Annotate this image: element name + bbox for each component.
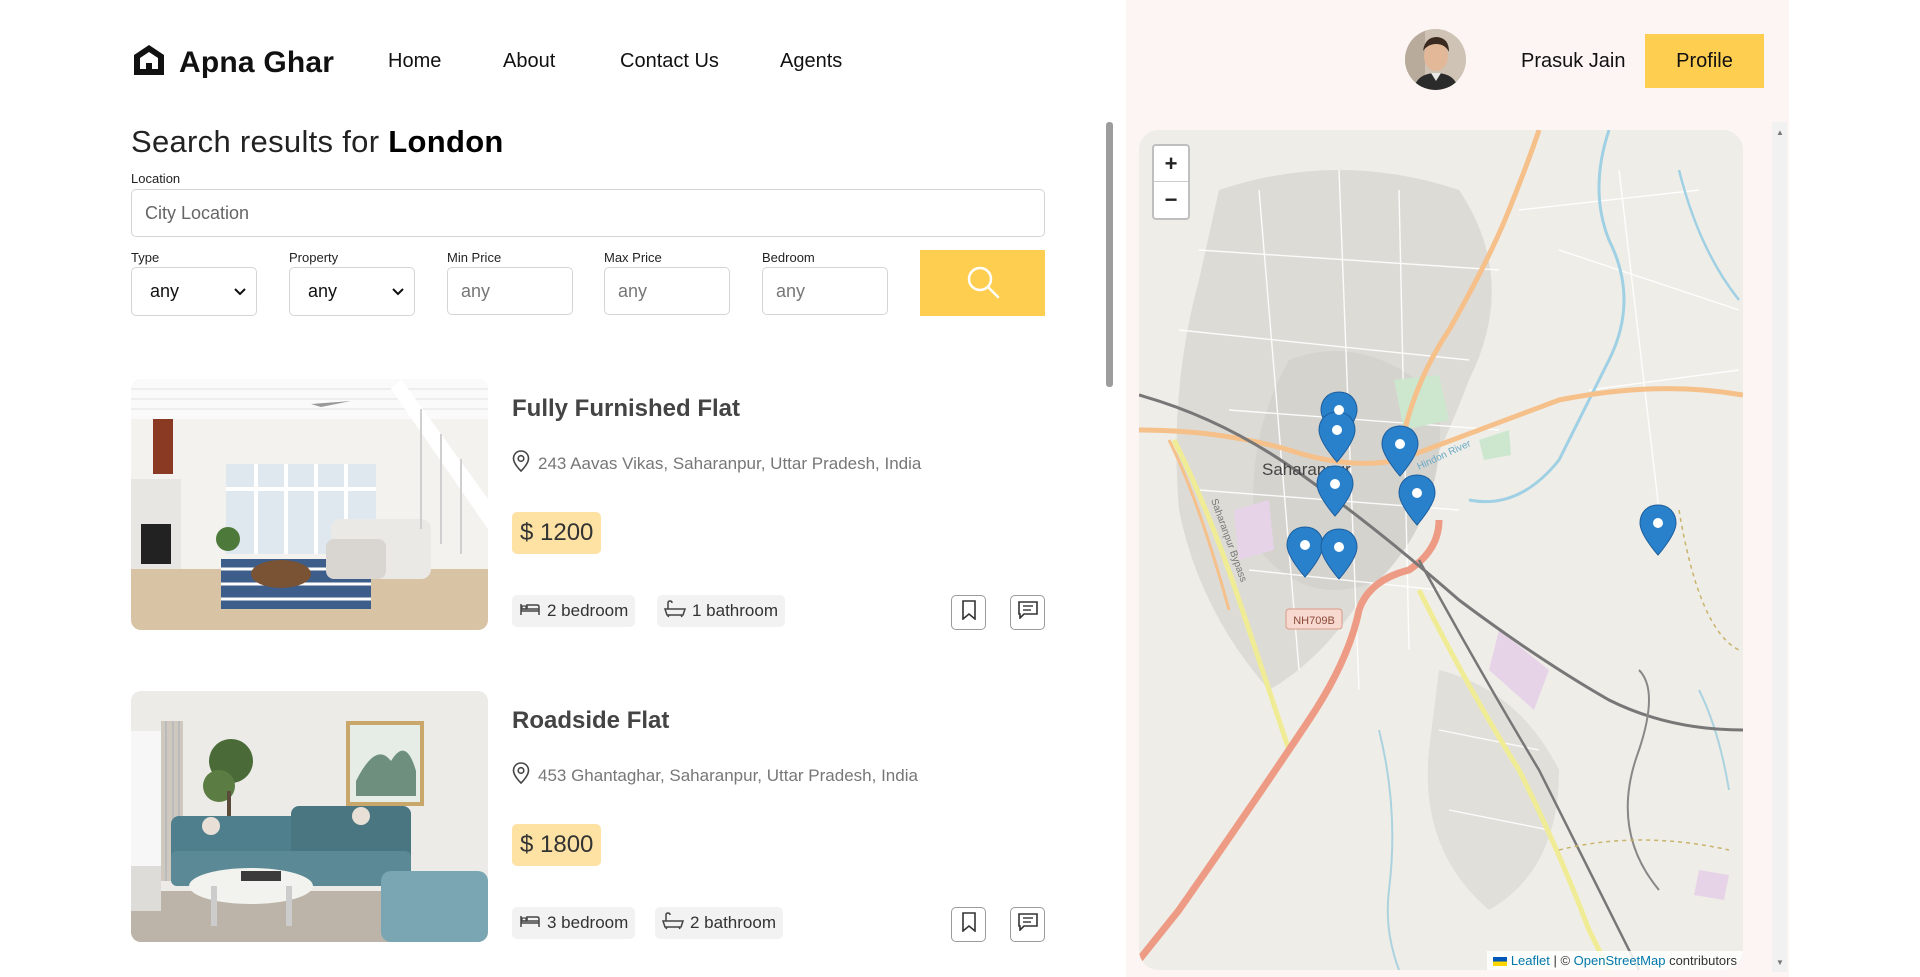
- listing-address-text: 243 Aavas Vikas, Saharanpur, Uttar Prade…: [538, 453, 922, 473]
- bed-icon: [519, 601, 541, 622]
- listing-price: $ 1200: [512, 512, 602, 554]
- max-price-label: Max Price: [604, 250, 662, 265]
- max-price-input[interactable]: [604, 267, 730, 315]
- bookmark-button[interactable]: [951, 595, 986, 630]
- listing-image[interactable]: [131, 691, 488, 942]
- location-label: Location: [131, 171, 181, 186]
- type-select[interactable]: any: [131, 267, 257, 316]
- location-pin-icon: [512, 450, 530, 477]
- zoom-control: + −: [1152, 144, 1190, 220]
- listing-address: 243 Aavas Vikas, Saharanpur, Uttar Prade…: [512, 450, 921, 477]
- search-button[interactable]: [920, 250, 1045, 316]
- profile-button[interactable]: Profile: [1645, 34, 1764, 88]
- scroll-down-arrow-icon[interactable]: ▼: [1776, 958, 1784, 967]
- listing-address-text: 453 Ghantaghar, Saharanpur, Uttar Prades…: [538, 765, 918, 785]
- nav-home[interactable]: Home: [388, 50, 441, 73]
- map-tiles: Saharanpur NH709B Saharanpur Bypass Hind…: [1139, 130, 1743, 970]
- right-scrollbar[interactable]: [1772, 122, 1787, 972]
- property-select-value: any: [308, 281, 338, 301]
- chat-icon: [1017, 601, 1038, 624]
- zoom-out-button[interactable]: −: [1154, 182, 1188, 218]
- zoom-in-button[interactable]: +: [1154, 146, 1188, 182]
- listing-image[interactable]: [131, 379, 488, 630]
- listing-address: 453 Ghantaghar, Saharanpur, Uttar Prades…: [512, 762, 918, 789]
- location-input[interactable]: [131, 189, 1045, 237]
- message-button[interactable]: [1010, 907, 1045, 942]
- ukraine-flag-icon: [1493, 957, 1508, 967]
- min-price-label: Min Price: [447, 250, 502, 265]
- house-logo-icon: [131, 42, 167, 83]
- scroll-up-arrow-icon[interactable]: ▲: [1776, 128, 1784, 137]
- location-pin-icon: [512, 762, 530, 789]
- avatar[interactable]: [1405, 29, 1466, 90]
- property-select[interactable]: any: [289, 267, 415, 316]
- map-attribution: Leaflet | © OpenStreetMap contributors: [1487, 951, 1743, 970]
- attribution-suffix: contributors: [1665, 953, 1737, 968]
- scrollbar-thumb[interactable]: [1106, 122, 1113, 387]
- map-road-label: NH709B: [1293, 615, 1335, 627]
- brand-logo[interactable]: Apna Ghar: [131, 42, 334, 83]
- listing-card[interactable]: Roadside Flat 453 Ghantaghar, Saharanpur…: [131, 691, 1045, 942]
- nav-agents[interactable]: Agents: [780, 50, 842, 73]
- listing-price: $ 1800: [512, 824, 602, 866]
- min-price-input[interactable]: [447, 267, 573, 315]
- search-title-prefix: Search results for: [131, 124, 389, 159]
- map-view[interactable]: Saharanpur NH709B Saharanpur Bypass Hind…: [1139, 130, 1743, 970]
- bookmark-icon: [961, 912, 977, 937]
- bedroom-badge: 2 bedroom: [512, 595, 636, 627]
- osm-link[interactable]: OpenStreetMap: [1574, 953, 1666, 968]
- attribution-separator: | ©: [1549, 953, 1574, 968]
- app-root: Apna Ghar Home About Contact Us Agents P…: [0, 0, 1920, 977]
- bedroom-count: 3 bedroom: [547, 913, 629, 932]
- chevron-down-icon: [392, 285, 404, 299]
- bathroom-count: 2 bathroom: [690, 913, 776, 932]
- brand-name: Apna Ghar: [179, 45, 335, 79]
- bathtub-icon: [661, 911, 685, 935]
- bed-icon: [519, 913, 541, 934]
- page-title: Search results for London: [131, 124, 504, 160]
- type-select-value: any: [150, 281, 180, 301]
- search-icon: [966, 265, 1000, 302]
- bedroom-count: 2 bedroom: [547, 601, 629, 620]
- user-name[interactable]: Prasuk Jain: [1521, 50, 1626, 73]
- bedroom-label: Bedroom: [762, 250, 815, 265]
- chat-icon: [1017, 913, 1038, 936]
- bathroom-badge: 1 bathroom: [657, 595, 785, 627]
- listing-card[interactable]: Fully Furnished Flat 243 Aavas Vikas, Sa…: [131, 379, 1045, 630]
- bookmark-icon: [961, 600, 977, 625]
- search-city: London: [388, 124, 504, 159]
- listing-title[interactable]: Fully Furnished Flat: [512, 395, 740, 423]
- nav-contact-us[interactable]: Contact Us: [620, 50, 719, 73]
- bathroom-count: 1 bathroom: [692, 601, 778, 620]
- bathtub-icon: [663, 599, 687, 623]
- property-label: Property: [289, 250, 339, 265]
- type-label: Type: [131, 250, 160, 265]
- message-button[interactable]: [1010, 595, 1045, 630]
- chevron-down-icon: [234, 285, 246, 299]
- leaflet-link[interactable]: Leaflet: [1511, 953, 1550, 968]
- bookmark-button[interactable]: [951, 907, 986, 942]
- nav-about[interactable]: About: [503, 50, 555, 73]
- bathroom-badge: 2 bathroom: [655, 907, 783, 939]
- listing-title[interactable]: Roadside Flat: [512, 707, 669, 735]
- bedroom-badge: 3 bedroom: [512, 907, 636, 939]
- bedroom-input[interactable]: [762, 267, 888, 315]
